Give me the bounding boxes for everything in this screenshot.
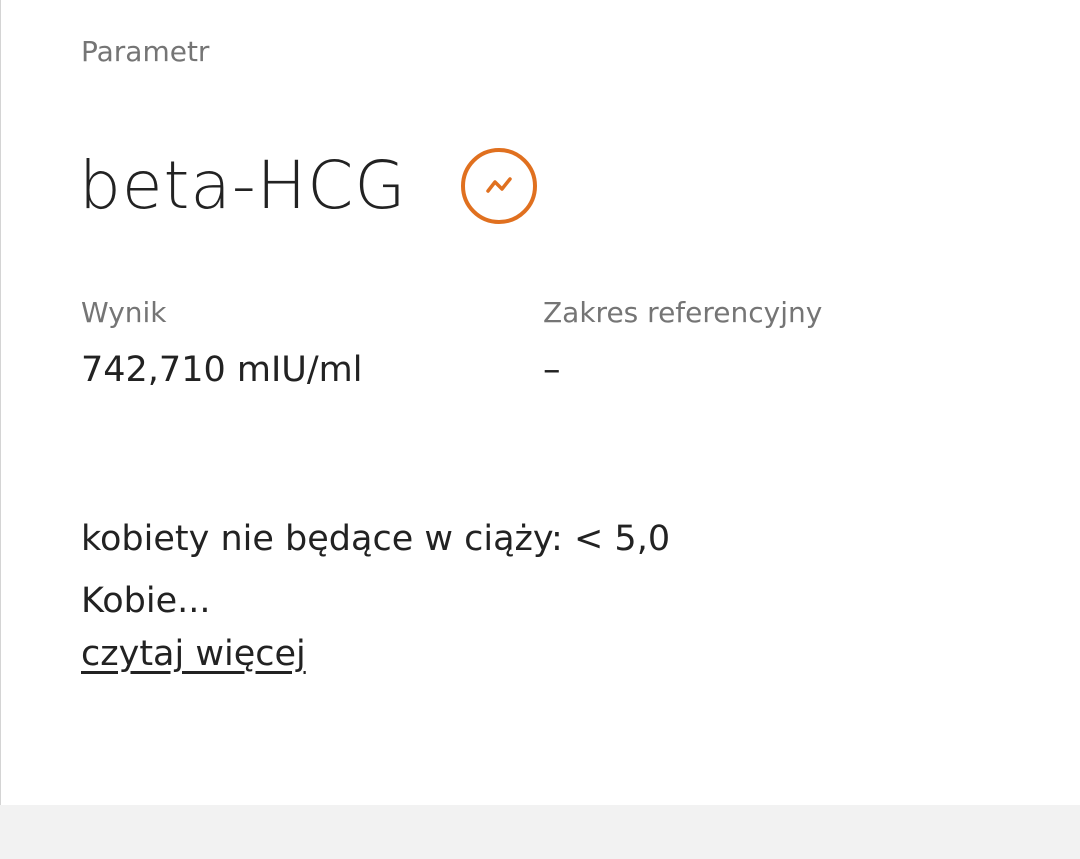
reference-range-label: Zakres referencyjny — [543, 296, 823, 329]
result-card: Parametr beta-HCG Wynik 742,710 mIU/ml Z… — [0, 0, 1080, 805]
trend-chart-button[interactable] — [460, 148, 537, 224]
description-line-1: kobiety nie będące w ciąży: < 5,0 — [81, 519, 671, 559]
result-value: 742,710 mIU/ml — [81, 350, 363, 390]
result-label: Wynik — [81, 296, 167, 329]
trend-line-icon — [485, 177, 512, 193]
reference-description: kobiety nie będące w ciąży: < 5,0 Kobie.… — [81, 508, 670, 632]
parameter-header: beta-HCG — [79, 140, 537, 232]
reference-range-value: – — [543, 350, 561, 390]
parameter-name: beta-HCG — [79, 147, 407, 224]
read-more-link[interactable]: czytaj więcej — [81, 632, 306, 676]
description-line-2: Kobie... — [81, 581, 211, 621]
section-label: Parametr — [81, 35, 210, 68]
